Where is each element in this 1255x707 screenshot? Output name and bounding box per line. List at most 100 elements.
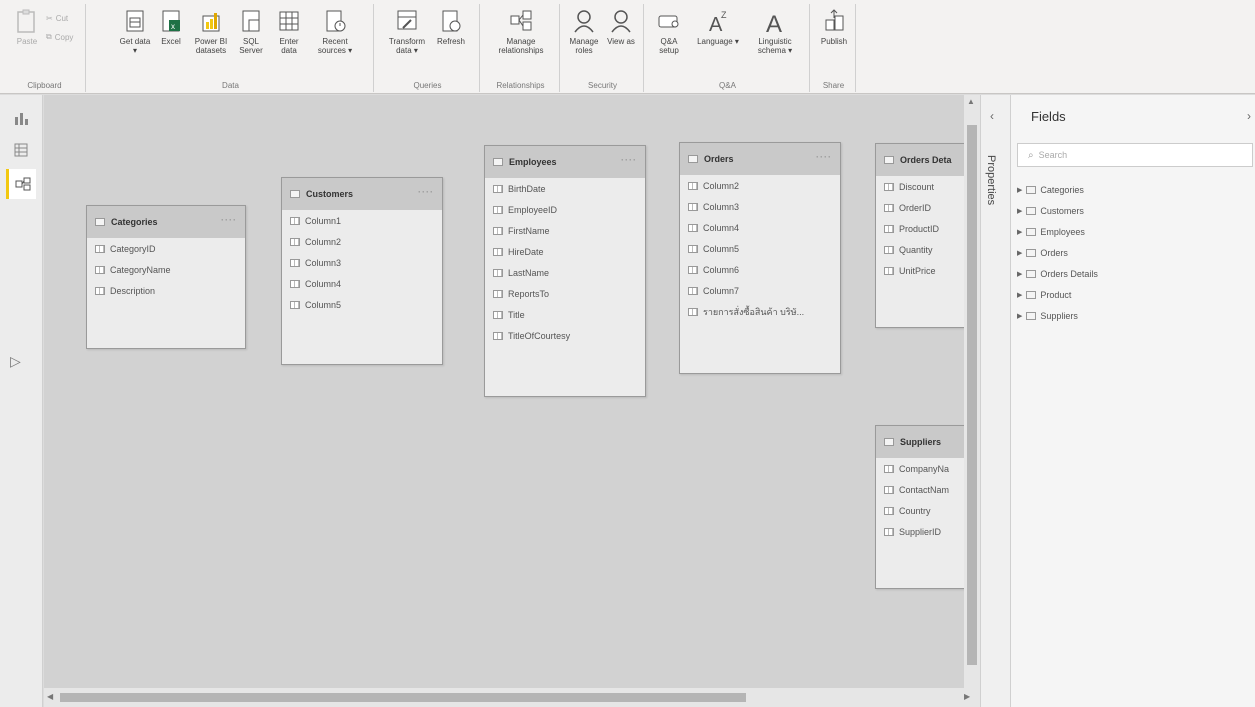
field-row[interactable]: CompanyNa [876,458,964,479]
field-row[interactable]: Column2 [680,175,840,196]
linguistic-schema-button[interactable]: A Linguistic schema ▾ [750,8,800,55]
refresh-button[interactable]: Refresh [432,8,470,46]
field-row[interactable]: EmployeeID [485,199,645,220]
data-view-button[interactable] [6,135,36,165]
table-card-header[interactable]: Employees ···· [485,146,645,178]
field-name: OrderID [899,202,932,213]
more-options-icon[interactable]: ···· [221,215,237,225]
vertical-scrollbar-thumb[interactable] [967,125,977,665]
table-card-orders-details[interactable]: Orders Deta Discount OrderID ProductID Q… [875,143,964,328]
field-row[interactable]: BirthDate [485,178,645,199]
field-row[interactable]: Column4 [680,217,840,238]
table-card-header[interactable]: Categories ···· [87,206,245,238]
expand-triangle-icon[interactable]: ▶ [1017,312,1022,320]
field-row[interactable]: ContactNam [876,479,964,500]
expand-triangle-icon[interactable]: ▶ [1017,207,1022,215]
get-data-button[interactable]: Get data ▾ [118,8,152,55]
fields-item[interactable]: ▶ Product [1017,290,1071,300]
field-row[interactable]: Column1 [282,210,442,231]
fields-item[interactable]: ▶ Employees [1017,227,1085,237]
excel-icon: x [162,10,180,32]
field-row[interactable]: Column2 [282,231,442,252]
fields-item[interactable]: ▶ Categories [1017,185,1084,195]
view-as-button[interactable]: View as [604,8,638,46]
table-card-categories[interactable]: Categories ···· CategoryID CategoryName … [86,205,246,349]
field-row[interactable]: ReportsTo [485,283,645,304]
field-row[interactable]: Column6 [680,259,840,280]
field-row[interactable]: Column3 [282,252,442,273]
expand-triangle-icon[interactable]: ▶ [1017,291,1022,299]
field-row[interactable]: Title [485,304,645,325]
field-row[interactable]: CategoryName [87,259,245,280]
more-options-icon[interactable]: ···· [621,155,637,165]
manage-roles-button[interactable]: Manage roles [566,8,602,55]
more-options-icon[interactable]: ···· [816,152,832,162]
power-bi-datasets-button[interactable]: Power BI datasets [192,8,230,55]
field-row[interactable]: LastName [485,262,645,283]
fields-item[interactable]: ▶ Orders Details [1017,269,1098,279]
manage-relationships-button[interactable]: Manage relationships [490,8,552,55]
fields-search-input[interactable]: ⌕ Search [1017,143,1253,167]
table-card-header[interactable]: Orders Deta [876,144,964,176]
table-card-customers[interactable]: Customers ···· Column1 Column2 Column3 C… [281,177,443,365]
paste-button[interactable]: Paste [10,8,44,46]
field-row[interactable]: Discount [876,176,964,197]
table-icon [95,218,105,226]
properties-pane[interactable]: ‹ Properties [980,95,1010,707]
model-canvas[interactable]: Categories ···· CategoryID CategoryName … [44,95,964,688]
field-row[interactable]: รายการสั่งซื้อสินค้า บริษั... [680,301,840,322]
publish-button[interactable]: Publish [817,8,851,46]
report-view-button[interactable] [6,103,36,133]
properties-label[interactable]: Properties [985,155,997,205]
qa-setup-button[interactable]: Q&A setup [652,8,686,55]
field-row[interactable]: OrderID [876,197,964,218]
table-card-orders[interactable]: Orders ···· Column2 Column3 Column4 Colu… [679,142,841,374]
field-row[interactable]: Column5 [282,294,442,315]
model-icon [15,177,30,191]
field-row[interactable]: SupplierID [876,521,964,542]
enter-data-button[interactable]: Enter data [272,8,306,55]
field-row[interactable]: Column4 [282,273,442,294]
table-card-suppliers[interactable]: Suppliers CompanyNa ContactNam Country S… [875,425,964,589]
field-row[interactable]: CategoryID [87,238,245,259]
field-row[interactable]: TitleOfCourtesy [485,325,645,346]
horizontal-scrollbar[interactable]: ◀ ▶ [44,688,980,707]
model-view-button[interactable] [6,169,36,199]
field-row[interactable]: Column3 [680,196,840,217]
table-card-employees[interactable]: Employees ···· BirthDate EmployeeID Firs… [484,145,646,397]
field-row[interactable]: Quantity [876,239,964,260]
vertical-scrollbar[interactable]: ▲ [964,95,980,688]
field-row[interactable]: Column7 [680,280,840,301]
fields-item[interactable]: ▶ Suppliers [1017,311,1078,321]
excel-button[interactable]: x Excel [154,8,188,46]
field-row[interactable]: Description [87,280,245,301]
field-row[interactable]: HireDate [485,241,645,262]
field-row[interactable]: Column5 [680,238,840,259]
recent-sources-button[interactable]: Recent sources ▾ [314,8,356,55]
more-options-icon[interactable]: ···· [418,187,434,197]
expand-triangle-icon[interactable]: ▶ [1017,186,1022,194]
sql-server-button[interactable]: SQL Server [234,8,268,55]
expand-triangle-icon[interactable]: ▶ [1017,228,1022,236]
field-row[interactable]: FirstName [485,220,645,241]
expand-triangle-icon[interactable]: ▶ [1017,270,1022,278]
expand-chevron-icon[interactable]: › [1247,109,1251,123]
table-card-header[interactable]: Customers ···· [282,178,442,210]
copy-button[interactable]: ⧉ Copy [46,32,73,42]
language-button[interactable]: AZ Language ▾ [694,8,742,46]
fields-item[interactable]: ▶ Orders [1017,248,1068,258]
horizontal-scrollbar-thumb[interactable] [60,693,746,702]
transform-data-button[interactable]: Transform data ▾ [386,8,428,55]
table-card-header[interactable]: Orders ···· [680,143,840,175]
fields-item[interactable]: ▶ Customers [1017,206,1084,216]
table-card-header[interactable]: Suppliers [876,426,964,458]
collapse-chevron-icon[interactable]: ‹ [990,109,994,123]
scroll-right-icon[interactable]: ▶ [964,692,970,701]
scroll-left-icon[interactable]: ◀ [47,692,53,701]
field-row[interactable]: ProductID [876,218,964,239]
field-row[interactable]: Country [876,500,964,521]
expand-triangle-icon[interactable]: ▶ [1017,249,1022,257]
scroll-up-icon[interactable]: ▲ [967,97,975,106]
field-row[interactable]: UnitPrice [876,260,964,281]
cut-button[interactable]: ✂ Cut [46,14,68,23]
